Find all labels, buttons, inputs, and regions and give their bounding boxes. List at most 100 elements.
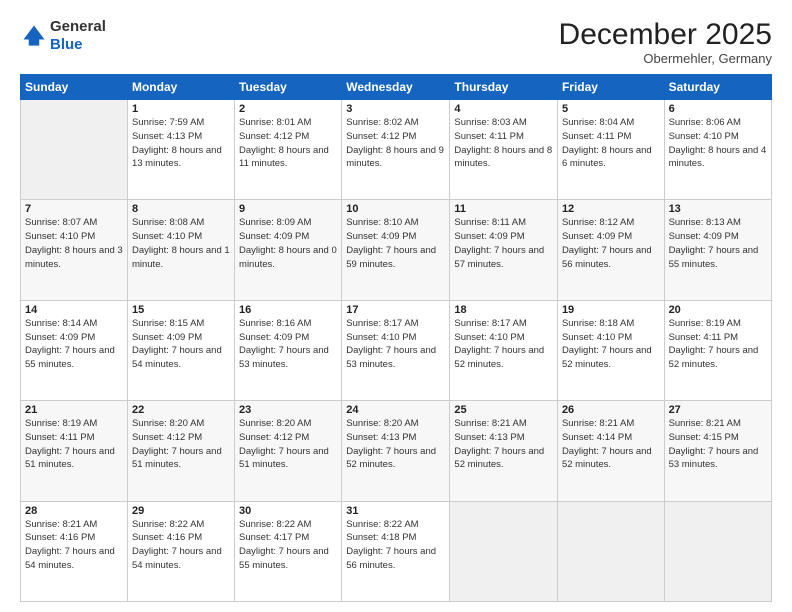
col-sunday: Sunday bbox=[21, 75, 128, 100]
day-number: 2 bbox=[239, 103, 337, 115]
table-row: 7Sunrise: 8:07 AMSunset: 4:10 PMDaylight… bbox=[21, 200, 128, 300]
day-number: 22 bbox=[132, 404, 230, 416]
day-info: Sunrise: 8:12 AMSunset: 4:09 PMDaylight:… bbox=[562, 216, 660, 271]
day-number: 13 bbox=[669, 203, 767, 215]
daylight: Daylight: 7 hours and 54 minutes. bbox=[132, 345, 222, 370]
daylight: Daylight: 7 hours and 51 minutes. bbox=[239, 446, 329, 471]
sunrise: Sunrise: 8:22 AM bbox=[239, 519, 311, 530]
sunrise: Sunrise: 8:14 AM bbox=[25, 318, 97, 329]
sunrise: Sunrise: 8:22 AM bbox=[132, 519, 204, 530]
table-row: 17 Sunrise: 8:17 AM Sunset: 4:10 PM Dayligh… bbox=[342, 300, 450, 400]
sunrise: Sunrise: 8:08 AM bbox=[132, 217, 204, 228]
table-row: 5Sunrise: 8:04 AMSunset: 4:11 PMDaylight… bbox=[557, 100, 664, 200]
sunset: Sunset: 4:13 PM bbox=[454, 432, 524, 443]
daylight: Daylight: 7 hours and 53 minutes. bbox=[669, 446, 759, 471]
table-row: 4Sunrise: 8:03 AMSunset: 4:11 PMDaylight… bbox=[450, 100, 558, 200]
table-row: 21Sunrise: 8:19 AMSunset: 4:11 PMDayligh… bbox=[21, 401, 128, 501]
table-row bbox=[664, 501, 771, 601]
day-number: 25 bbox=[454, 404, 553, 416]
daylight: Daylight: 8 hours and 3 minutes. bbox=[25, 245, 123, 270]
table-row: 8 Sunrise: 8:08 AM Sunset: 4:10 PM Daylight… bbox=[127, 200, 234, 300]
table-row: 1Sunrise: 7:59 AMSunset: 4:13 PMDaylight… bbox=[127, 100, 234, 200]
sunset: Sunset: 4:13 PM bbox=[132, 131, 202, 142]
sunset: Sunset: 4:15 PM bbox=[669, 432, 739, 443]
daylight: Daylight: 7 hours and 57 minutes. bbox=[454, 245, 544, 270]
table-row: 22Sunrise: 8:20 AMSunset: 4:12 PMDayligh… bbox=[127, 401, 234, 501]
day-info: Sunrise: 8:21 AM Sunset: 4:15 PM Daylight:… bbox=[669, 417, 767, 472]
sunset: Sunset: 4:09 PM bbox=[346, 231, 416, 242]
daylight: Daylight: 7 hours and 52 minutes. bbox=[454, 345, 544, 370]
sunrise: Sunrise: 8:17 AM bbox=[346, 318, 418, 329]
daylight: Daylight: 7 hours and 55 minutes. bbox=[669, 245, 759, 270]
table-row bbox=[450, 501, 558, 601]
day-number: 17 bbox=[346, 304, 445, 316]
sunset: Sunset: 4:10 PM bbox=[669, 131, 739, 142]
day-info: Sunrise: 8:21 AMSunset: 4:14 PMDaylight:… bbox=[562, 417, 660, 472]
table-row: 16Sunrise: 8:16 AMSunset: 4:09 PMDayligh… bbox=[235, 300, 342, 400]
col-friday: Friday bbox=[557, 75, 664, 100]
day-info: Sunrise: 8:21 AMSunset: 4:13 PMDaylight:… bbox=[454, 417, 553, 472]
day-number: 19 bbox=[562, 304, 660, 316]
daylight: Daylight: 7 hours and 53 minutes. bbox=[346, 345, 436, 370]
table-row: 18Sunrise: 8:17 AMSunset: 4:10 PMDayligh… bbox=[450, 300, 558, 400]
logo-blue: Blue bbox=[50, 36, 83, 53]
col-monday: Monday bbox=[127, 75, 234, 100]
sunset: Sunset: 4:16 PM bbox=[25, 532, 95, 543]
col-thursday: Thursday bbox=[450, 75, 558, 100]
sunset: Sunset: 4:18 PM bbox=[346, 532, 416, 543]
daylight: Daylight: 7 hours and 52 minutes. bbox=[669, 345, 759, 370]
logo: General Blue bbox=[20, 18, 106, 54]
day-info: Sunrise: 8:09 AMSunset: 4:09 PMDaylight:… bbox=[239, 216, 337, 271]
day-info: Sunrise: 8:17 AM Sunset: 4:10 PM Daylight:… bbox=[346, 317, 445, 372]
day-number: 30 bbox=[239, 505, 337, 517]
table-row: 13Sunrise: 8:13 AMSunset: 4:09 PMDayligh… bbox=[664, 200, 771, 300]
day-number: 8 bbox=[132, 203, 230, 215]
day-number: 18 bbox=[454, 304, 553, 316]
sunset: Sunset: 4:12 PM bbox=[239, 432, 309, 443]
day-number: 6 bbox=[669, 103, 767, 115]
sunset: Sunset: 4:11 PM bbox=[669, 332, 739, 343]
day-info: Sunrise: 8:14 AMSunset: 4:09 PMDaylight:… bbox=[25, 317, 123, 372]
day-info: Sunrise: 8:13 AMSunset: 4:09 PMDaylight:… bbox=[669, 216, 767, 271]
table-row: 3Sunrise: 8:02 AMSunset: 4:12 PMDaylight… bbox=[342, 100, 450, 200]
daylight: Daylight: 7 hours and 52 minutes. bbox=[454, 446, 544, 471]
daylight: Daylight: 7 hours and 52 minutes. bbox=[562, 446, 652, 471]
daylight: Daylight: 8 hours and 1 minute. bbox=[132, 245, 230, 270]
title-block: December 2025 Obermehler, Germany bbox=[559, 18, 772, 66]
sunrise: Sunrise: 8:13 AM bbox=[669, 217, 741, 228]
sunset: Sunset: 4:11 PM bbox=[25, 432, 95, 443]
table-row: 27Sunrise: 8:21 AMSunset: 4:15 PMDayligh… bbox=[664, 401, 771, 501]
day-info: Sunrise: 8:07 AMSunset: 4:10 PMDaylight:… bbox=[25, 216, 123, 271]
sunset: Sunset: 4:10 PM bbox=[562, 332, 632, 343]
sunset: Sunset: 4:09 PM bbox=[132, 332, 202, 343]
daylight: Daylight: 7 hours and 52 minutes. bbox=[346, 446, 436, 471]
sunset: Sunset: 4:12 PM bbox=[132, 432, 202, 443]
day-info: Sunrise: 8:19 AMSunset: 4:11 PMDaylight:… bbox=[25, 417, 123, 472]
sunset: Sunset: 4:11 PM bbox=[454, 131, 524, 142]
day-number: 15 bbox=[132, 304, 230, 316]
daylight: Daylight: 8 hours and 4 minutes. bbox=[669, 145, 767, 170]
day-info: Sunrise: 8:17 AMSunset: 4:10 PMDaylight:… bbox=[454, 317, 553, 372]
sunrise: Sunrise: 8:19 AM bbox=[669, 318, 741, 329]
day-number: 5 bbox=[562, 103, 660, 115]
day-number: 29 bbox=[132, 505, 230, 517]
sunrise: Sunrise: 8:04 AM bbox=[562, 117, 634, 128]
sunset: Sunset: 4:10 PM bbox=[346, 332, 416, 343]
daylight: Daylight: 8 hours and 9 minutes. bbox=[346, 145, 444, 170]
sunrise: Sunrise: 8:09 AM bbox=[239, 217, 311, 228]
sunrise: Sunrise: 8:21 AM bbox=[669, 418, 741, 429]
calendar-week-row: 14Sunrise: 8:14 AMSunset: 4:09 PMDayligh… bbox=[21, 300, 772, 400]
sunset: Sunset: 4:09 PM bbox=[239, 332, 309, 343]
sunset: Sunset: 4:10 PM bbox=[132, 231, 202, 242]
table-row: 30Sunrise: 8:22 AMSunset: 4:17 PMDayligh… bbox=[235, 501, 342, 601]
sunrise: Sunrise: 8:12 AM bbox=[562, 217, 634, 228]
day-info: Sunrise: 8:22 AMSunset: 4:18 PMDaylight:… bbox=[346, 518, 445, 573]
day-info: Sunrise: 8:22 AMSunset: 4:17 PMDaylight:… bbox=[239, 518, 337, 573]
sunrise: Sunrise: 8:15 AM bbox=[132, 318, 204, 329]
sunset: Sunset: 4:12 PM bbox=[346, 131, 416, 142]
day-number: 9 bbox=[239, 203, 337, 215]
sunrise: Sunrise: 8:03 AM bbox=[454, 117, 526, 128]
sunset: Sunset: 4:09 PM bbox=[239, 231, 309, 242]
day-number: 20 bbox=[669, 304, 767, 316]
day-info: Sunrise: 8:11 AMSunset: 4:09 PMDaylight:… bbox=[454, 216, 553, 271]
